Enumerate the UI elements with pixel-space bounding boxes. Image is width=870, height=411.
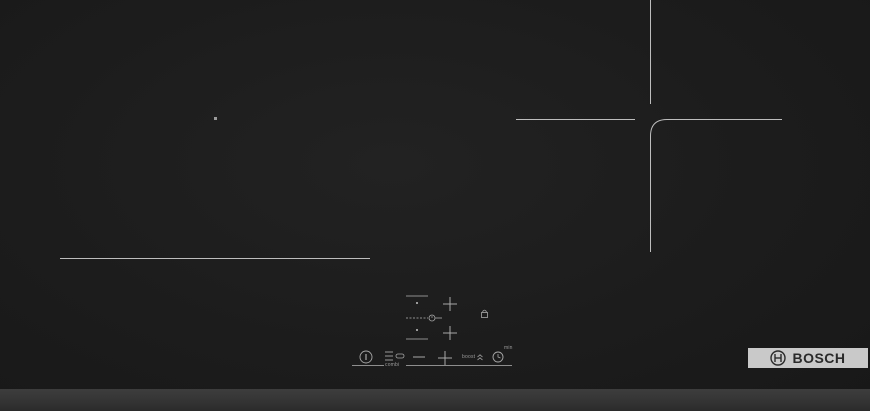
timer-icon[interactable]	[492, 351, 504, 363]
bosch-logo-icon	[770, 350, 787, 366]
brand-name: BOSCH	[792, 350, 846, 366]
left-zone-center-dot	[214, 117, 217, 120]
brand-badge: BOSCH	[748, 348, 868, 368]
cooking-zone-markings	[60, 0, 782, 259]
right-zone-corner-marking	[650, 119, 782, 252]
cooktop-frame-edge	[0, 389, 870, 411]
plus-icon-bottom[interactable]	[443, 326, 457, 340]
boost-chevron-icon	[477, 354, 483, 361]
control-bar-underline	[352, 365, 512, 366]
child-lock-icon[interactable]	[481, 309, 488, 318]
zone-select-front-left-button[interactable]	[406, 295, 430, 309]
plus-icon[interactable]	[438, 351, 452, 365]
minus-icon[interactable]	[413, 351, 425, 363]
boost-label: boost	[462, 354, 476, 360]
info-icon[interactable]	[359, 350, 373, 364]
induction-cooktop: min combi boost BOSCH	[0, 0, 870, 411]
zone-timer-icon[interactable]	[406, 314, 442, 322]
boost-button[interactable]: boost	[462, 354, 483, 361]
min-label: min	[504, 345, 513, 351]
plus-icon-top[interactable]	[443, 297, 457, 311]
zone-select-rear-left-button[interactable]	[406, 325, 430, 341]
